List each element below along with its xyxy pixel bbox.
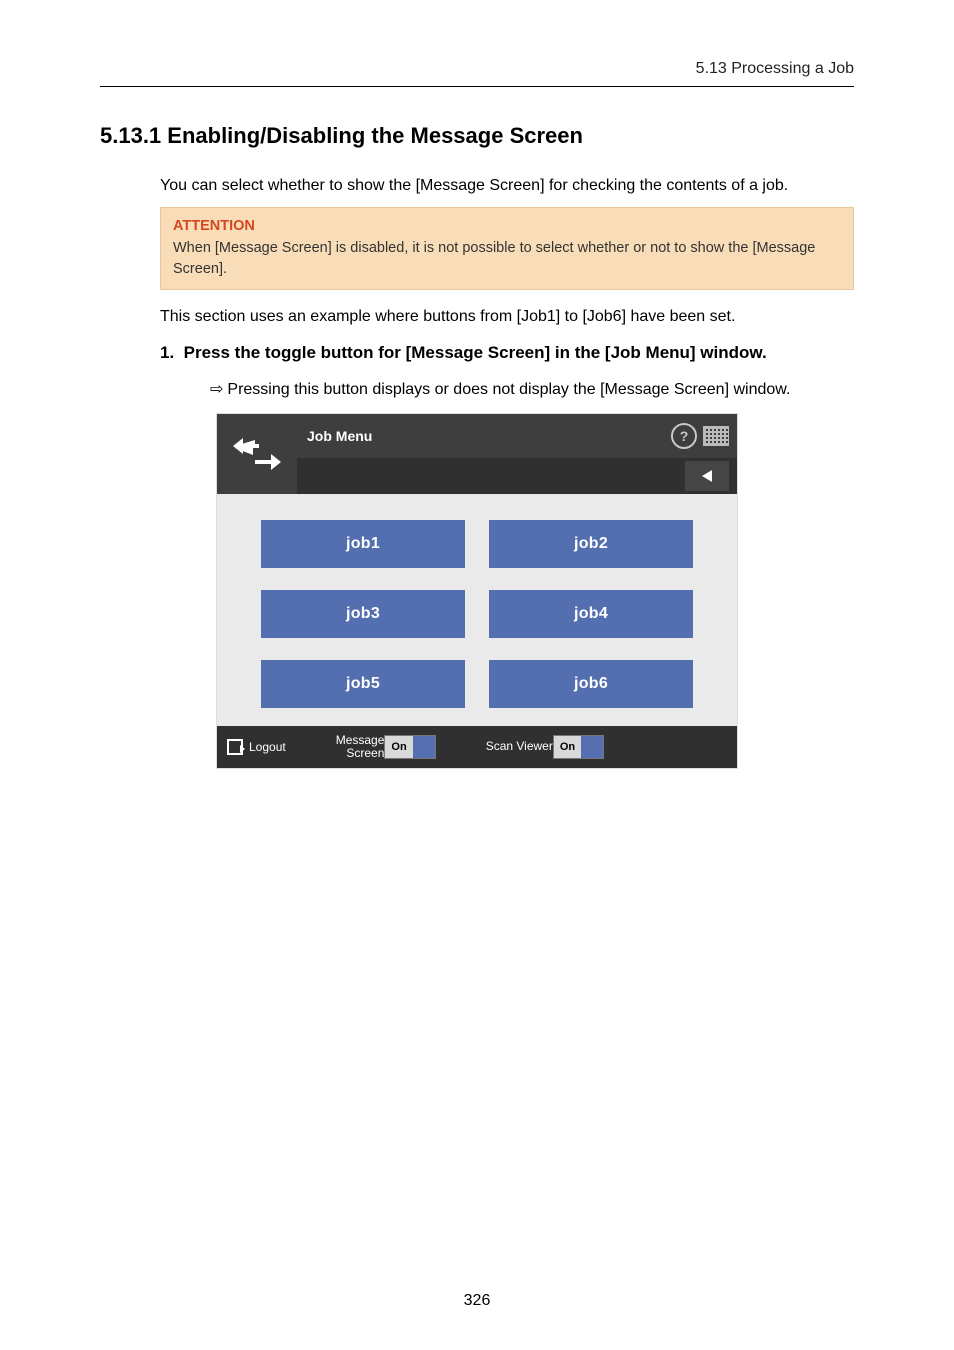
result-arrow-icon: ⇨ — [210, 379, 223, 399]
page-number: 326 — [0, 1292, 954, 1310]
logout-label: Logout — [249, 740, 286, 754]
step-1: 1. Press the toggle button for [Message … — [100, 343, 854, 363]
message-screen-label-line2: Screen — [336, 747, 385, 760]
running-header: 5.13 Processing a Job — [100, 60, 854, 87]
job-button-4[interactable]: job4 — [489, 590, 693, 638]
step-text: Press the toggle button for [Message Scr… — [184, 343, 767, 362]
result-line: ⇨Pressing this button displays or does n… — [100, 379, 854, 399]
job-button-6[interactable]: job6 — [489, 660, 693, 708]
message-screen-toggle[interactable]: Message Screen On — [336, 734, 436, 760]
logout-icon — [227, 739, 243, 755]
attention-title: ATTENTION — [173, 216, 841, 236]
attention-box: ATTENTION When [Message Screen] is disab… — [160, 207, 854, 290]
screen-title: Job Menu — [307, 428, 372, 444]
job-button-2[interactable]: job2 — [489, 520, 693, 568]
back-button[interactable] — [685, 461, 729, 491]
job-button-5[interactable]: job5 — [261, 660, 465, 708]
scan-viewer-knob — [581, 736, 603, 758]
screen-footer: Logout Message Screen On Scan Viewer O — [217, 726, 737, 768]
result-text: Pressing this button displays or does no… — [227, 381, 790, 398]
job-grid: job1 job2 job3 job4 job5 job6 — [217, 494, 737, 726]
attention-body: When [Message Screen] is disabled, it is… — [173, 240, 815, 276]
job-menu-screenshot: Job Menu ? job1 jo — [100, 413, 854, 769]
help-icon[interactable]: ? — [671, 423, 697, 449]
screen-swap-icon[interactable] — [217, 414, 297, 494]
intro-text: You can select whether to show the [Mess… — [100, 177, 854, 195]
logout-button[interactable]: Logout — [227, 739, 286, 755]
example-note: This section uses an example where butto… — [100, 308, 854, 326]
scan-viewer-state: On — [554, 736, 581, 758]
step-number: 1. — [160, 343, 174, 362]
keyboard-icon[interactable] — [703, 426, 729, 446]
job-button-1[interactable]: job1 — [261, 520, 465, 568]
message-screen-knob — [413, 736, 435, 758]
section-title: 5.13.1 Enabling/Disabling the Message Sc… — [100, 123, 854, 149]
message-screen-label-line1: Message — [336, 734, 385, 747]
job-button-3[interactable]: job3 — [261, 590, 465, 638]
screen-header: Job Menu ? — [217, 414, 737, 494]
message-screen-state: On — [385, 736, 412, 758]
scan-viewer-label: Scan Viewer — [486, 740, 553, 753]
scan-viewer-toggle[interactable]: Scan Viewer On — [486, 735, 604, 759]
